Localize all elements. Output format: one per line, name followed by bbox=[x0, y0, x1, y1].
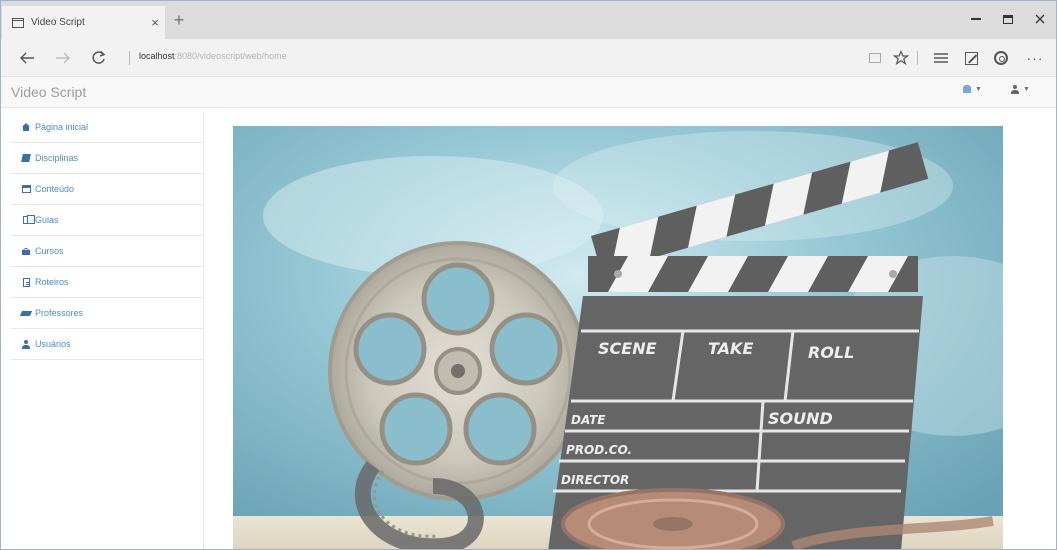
sidebar-item-label: Usuários bbox=[35, 339, 71, 349]
copy-icon bbox=[21, 215, 35, 224]
bell-icon bbox=[963, 85, 971, 93]
sidebar-item-label: Página inicial bbox=[35, 122, 89, 132]
app-brand[interactable]: Video Script bbox=[11, 84, 86, 100]
browser-tab[interactable]: Video Script × bbox=[2, 6, 165, 39]
sidebar-item-label: Conteúdo bbox=[35, 184, 75, 194]
sidebar-item-pagina-inicial[interactable]: Página inicial bbox=[11, 112, 203, 143]
film-clapperboard-illustration: SCENE TAKE ROLL DATE SOUND PROD.CO. DIRE… bbox=[233, 126, 1003, 549]
address-path: :8080/videoscript/web/home bbox=[174, 51, 287, 61]
sidebar-item-cursos[interactable]: Cursos bbox=[11, 236, 203, 267]
user-icon bbox=[21, 340, 31, 349]
tab-title: Video Script bbox=[31, 17, 85, 28]
caret-down-icon: ▼ bbox=[975, 85, 982, 93]
sidebar-item-usuarios[interactable]: Usuários bbox=[11, 329, 203, 360]
minimize-icon bbox=[971, 18, 981, 20]
hub-button[interactable] bbox=[929, 46, 953, 70]
sidebar-item-conteudo[interactable]: Conteúdo bbox=[11, 174, 203, 205]
sidebar-item-professores[interactable]: Professores bbox=[11, 298, 203, 329]
sidebar: Página inicial Disciplinas Conteúdo Guia… bbox=[11, 112, 204, 549]
home-icon bbox=[21, 123, 31, 131]
browser-toolbar: localhost:8080/videoscript/web/home ··· bbox=[1, 39, 1056, 77]
web-note-button[interactable] bbox=[959, 46, 983, 70]
sidebar-item-disciplinas[interactable]: Disciplinas bbox=[11, 143, 203, 174]
document-icon bbox=[21, 277, 31, 287]
address-separator bbox=[129, 51, 130, 65]
user-icon bbox=[1011, 85, 1019, 94]
minimize-button[interactable] bbox=[960, 7, 992, 31]
sidebar-item-roteiros[interactable]: Roteiros bbox=[11, 267, 203, 298]
back-button[interactable] bbox=[15, 47, 39, 69]
sidebar-item-guias[interactable]: Guias bbox=[11, 205, 203, 236]
main-content: SCENE TAKE ROLL DATE SOUND PROD.CO. DIRE… bbox=[205, 108, 1056, 549]
new-tab-button[interactable]: + bbox=[169, 10, 189, 30]
book-icon bbox=[21, 154, 31, 162]
sidebar-item-label: Professores bbox=[35, 308, 84, 318]
sidebar-item-label: Guias bbox=[35, 215, 59, 225]
address-host: localhost bbox=[139, 51, 175, 61]
maximize-button[interactable] bbox=[992, 7, 1024, 31]
share-button[interactable] bbox=[989, 46, 1013, 70]
sidebar-item-label: Roteiros bbox=[35, 277, 69, 287]
caret-down-icon: ▼ bbox=[1023, 86, 1030, 93]
app-navbar: Video Script ▼ ▼ bbox=[1, 77, 1056, 108]
web-note-icon bbox=[964, 51, 978, 65]
page-icon bbox=[12, 17, 24, 28]
tab-close-button[interactable]: × bbox=[145, 15, 165, 30]
notifications-dropdown[interactable]: ▼ bbox=[963, 85, 982, 93]
hub-icon bbox=[934, 53, 948, 63]
address-bar[interactable]: localhost:8080/videoscript/web/home bbox=[139, 51, 287, 61]
lock-icon bbox=[21, 247, 31, 255]
reading-view-button[interactable] bbox=[863, 46, 887, 70]
more-button[interactable]: ··· bbox=[1023, 46, 1047, 70]
window-controls bbox=[960, 7, 1056, 31]
star-icon bbox=[893, 50, 909, 66]
reading-view-icon bbox=[869, 53, 881, 63]
forward-button[interactable] bbox=[51, 47, 75, 69]
maximize-icon bbox=[1003, 14, 1013, 24]
tab-strip: Video Script × + bbox=[1, 1, 1056, 39]
toolbar-separator bbox=[917, 51, 918, 65]
arrow-left-icon bbox=[20, 52, 34, 64]
close-icon bbox=[1035, 14, 1045, 24]
calendar-icon bbox=[21, 185, 31, 193]
share-icon bbox=[994, 51, 1008, 65]
sidebar-item-label: Disciplinas bbox=[35, 153, 79, 163]
user-dropdown[interactable]: ▼ bbox=[1011, 85, 1030, 94]
hero-image: SCENE TAKE ROLL DATE SOUND PROD.CO. DIRE… bbox=[233, 126, 1003, 549]
refresh-button[interactable] bbox=[87, 47, 111, 69]
arrow-right-icon bbox=[56, 52, 70, 64]
graduation-cap-icon bbox=[19, 309, 33, 317]
favorite-button[interactable] bbox=[889, 46, 913, 70]
close-window-button[interactable] bbox=[1024, 7, 1056, 31]
browser-window: Video Script × + localhost:8080/videoscr… bbox=[0, 0, 1057, 550]
sidebar-item-label: Cursos bbox=[35, 246, 64, 256]
refresh-icon bbox=[92, 50, 106, 64]
